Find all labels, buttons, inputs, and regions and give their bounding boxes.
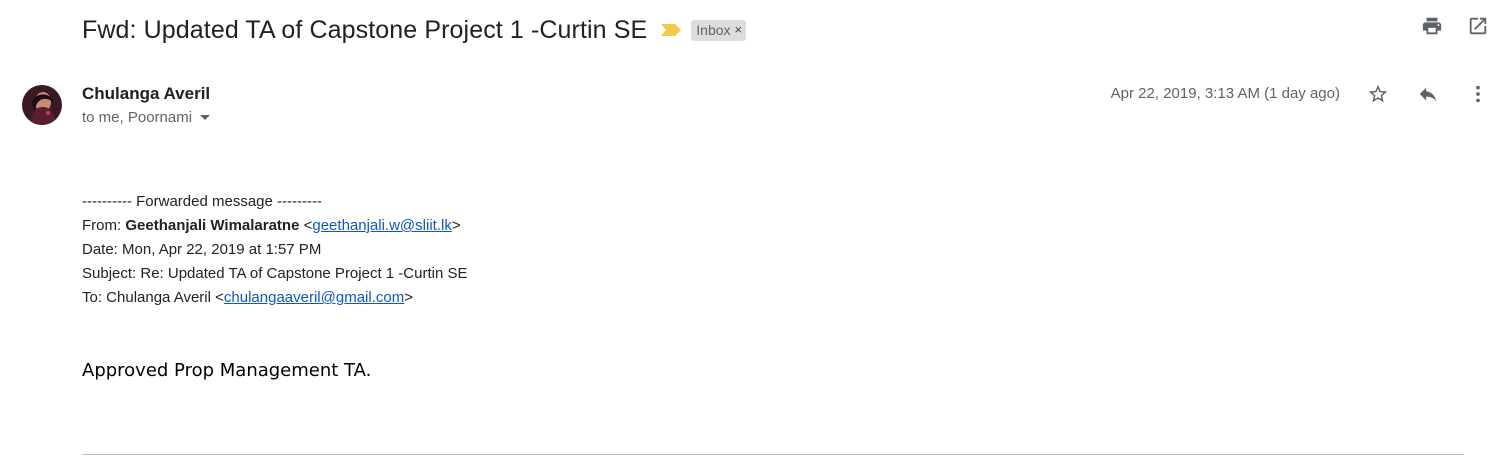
message-body-text: Approved Prop Management TA. (82, 360, 372, 381)
show-details-chevron-down-icon[interactable] (200, 115, 211, 120)
more-options-button[interactable] (1466, 82, 1490, 106)
open-in-new-window-button[interactable] (1466, 14, 1490, 38)
inbox-label-text: Inbox (696, 21, 731, 38)
sender-name: Chulanga Averil (82, 84, 211, 103)
open-in-new-window-icon (1469, 17, 1487, 35)
more-vert-icon (1476, 85, 1480, 103)
star-icon (1368, 84, 1388, 103)
forwarded-to-line: To: Chulanga Averil <chulangaaveril@gmai… (82, 289, 413, 306)
subject-row: Fwd: Updated TA of Capstone Project 1 -C… (82, 10, 747, 50)
email-subject: Fwd: Updated TA of Capstone Project 1 -C… (82, 15, 648, 44)
sender-avatar[interactable] (22, 85, 62, 125)
print-button[interactable] (1420, 14, 1444, 38)
from-label: From: (82, 217, 126, 234)
forwarded-from-line: From: Geethanjali Wimalaratne <geethanja… (82, 217, 461, 234)
from-name: Geethanjali Wimalaratne (125, 217, 300, 234)
message-divider (82, 454, 1464, 455)
recipients: to me, Poornami (82, 109, 211, 126)
forwarded-header: ---------- Forwarded message --------- (82, 193, 322, 210)
message-date: Apr 22, 2019, 3:13 AM (1 day ago) (1110, 85, 1340, 102)
avatar-photo (22, 85, 62, 125)
star-button[interactable] (1366, 82, 1390, 106)
remove-label-button[interactable]: × (735, 22, 743, 37)
to-email-link[interactable]: chulangaaveril@gmail.com (224, 289, 404, 306)
message-actions (1366, 82, 1490, 106)
inbox-label-chip: Inbox × (691, 19, 747, 41)
reply-button[interactable] (1416, 82, 1440, 106)
forwarded-date-line: Date: Mon, Apr 22, 2019 at 1:57 PM (82, 241, 322, 258)
forwarded-message: ---------- Forwarded message --------- F… (82, 190, 467, 310)
important-marker-icon[interactable] (661, 24, 682, 36)
to-label: To: Chulanga Averil (82, 289, 216, 306)
recipients-text: to me, Poornami (82, 109, 193, 126)
thread-actions (1420, 14, 1490, 38)
reply-icon (1419, 87, 1437, 102)
forwarded-subject-line: Subject: Re: Updated TA of Capstone Proj… (82, 265, 468, 282)
print-icon (1422, 17, 1442, 35)
from-email-link[interactable]: geethanjali.w@sliit.lk (312, 217, 451, 234)
